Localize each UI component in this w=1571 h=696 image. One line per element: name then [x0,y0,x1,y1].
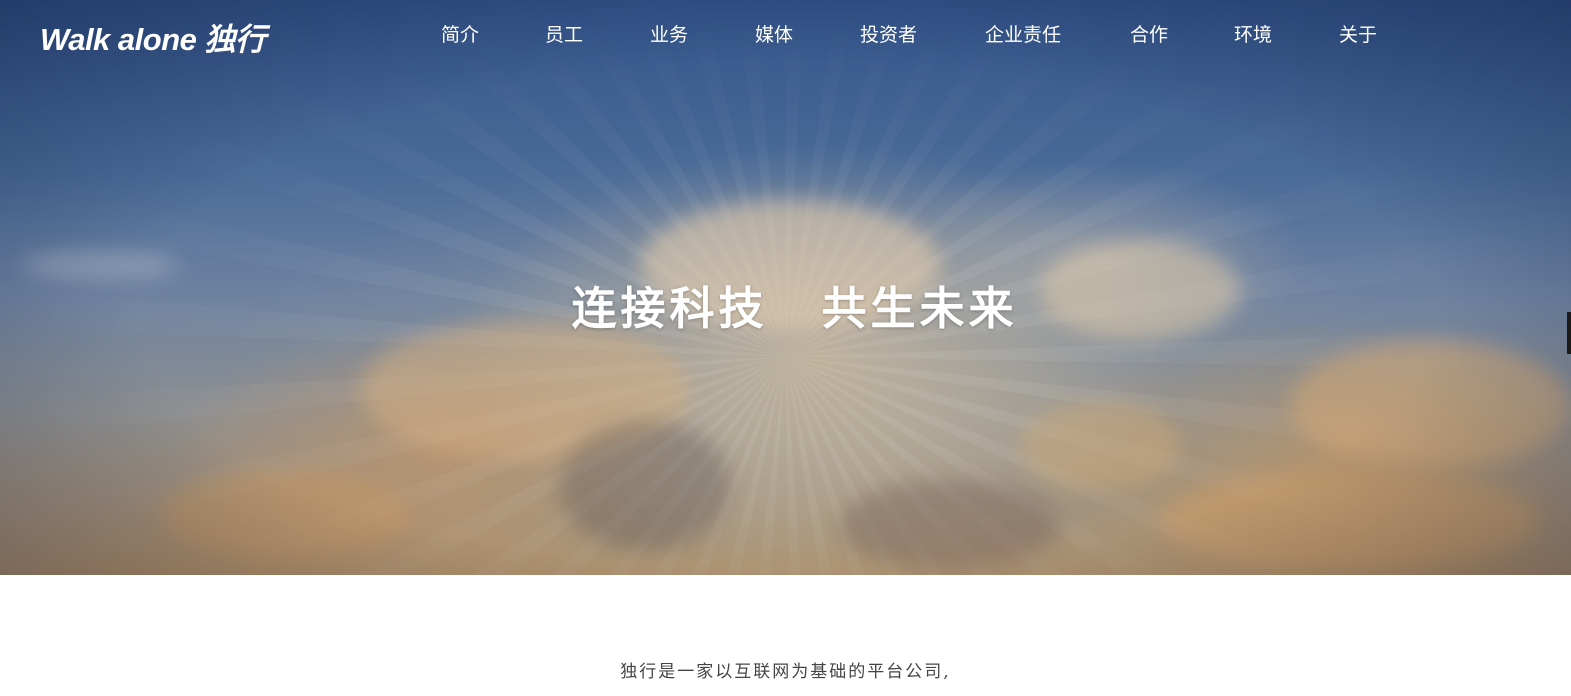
hero-headline-left: 连接科技 [571,282,768,335]
nav-item-media[interactable]: 媒体 [755,20,793,47]
nav-item-investors[interactable]: 投资者 [860,20,917,47]
nav-item-business[interactable]: 业务 [650,20,688,47]
side-scroll-marker[interactable] [1567,312,1571,354]
nav-item-environment[interactable]: 环境 [1234,20,1272,47]
nav-item-about[interactable]: 关于 [1339,20,1377,47]
main-nav: 简介 员工 业务 媒体 投资者 企业责任 合作 环境 关于 [0,20,1571,50]
hero-headline: 连接科技 共生未来 [0,272,1571,337]
nav-item-staff[interactable]: 员工 [545,20,583,47]
intro-text: 独行是一家以互联网为基础的平台公司, [620,662,951,682]
top-navigation-bar: Walk alone 独行 简介 员工 业务 媒体 投资者 企业责任 合作 环境… [0,0,1571,70]
nav-item-cooperation[interactable]: 合作 [1130,20,1168,47]
nav-item-csr[interactable]: 企业责任 [985,20,1061,47]
nav-item-intro[interactable]: 简介 [441,20,479,47]
intro-section: 独行是一家以互联网为基础的平台公司, [0,575,1571,696]
hero-headline-right: 共生未来 [821,282,1018,335]
hero-banner: Walk alone 独行 简介 员工 业务 媒体 投资者 企业责任 合作 环境… [0,0,1571,575]
